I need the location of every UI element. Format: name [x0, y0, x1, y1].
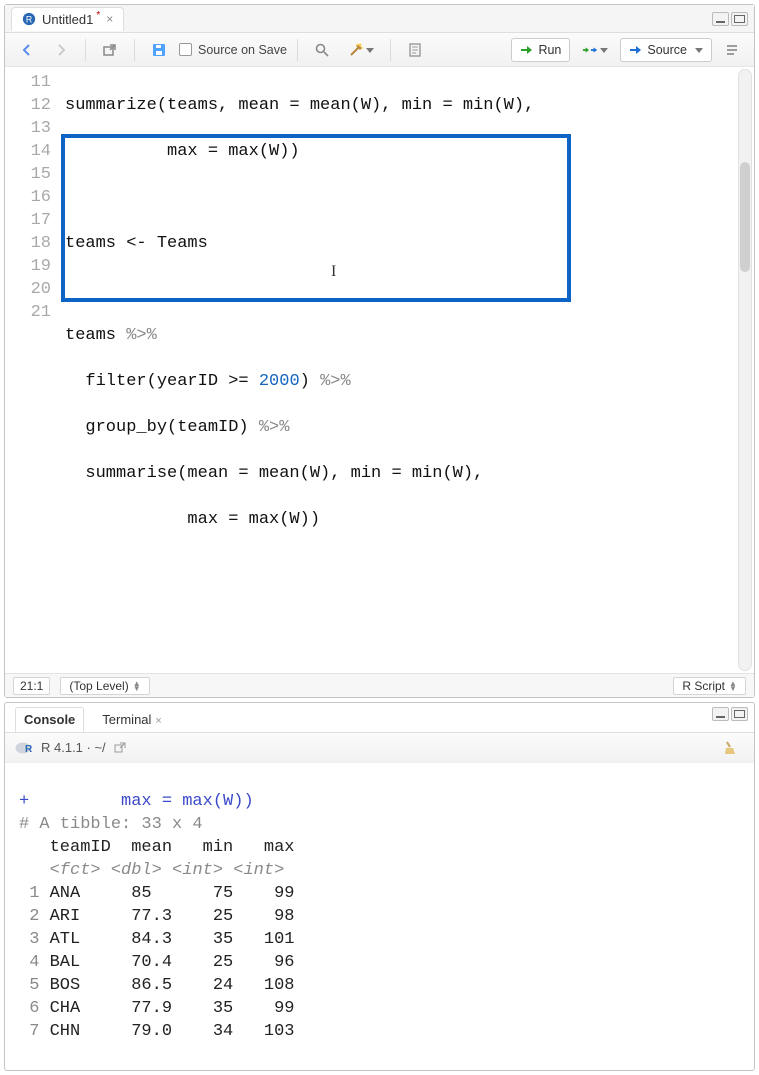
- terminal-tab[interactable]: Terminal×: [94, 708, 170, 731]
- r-doc-icon: R: [22, 12, 36, 26]
- editor-scrollbar[interactable]: [738, 69, 752, 671]
- code-tools-button[interactable]: [342, 38, 380, 62]
- save-button[interactable]: [145, 38, 173, 62]
- toolbar-separator: [390, 39, 391, 61]
- pane-maximize-button[interactable]: [731, 12, 748, 26]
- run-button-label: Run: [538, 43, 561, 57]
- console-pane: Console Terminal× R R 4.1.1 · ~/ + max =…: [4, 702, 755, 1071]
- tibble-header: # A tibble: 33 x 4: [19, 815, 203, 834]
- run-arrow-icon: [520, 44, 534, 56]
- toolbar-separator: [297, 39, 298, 61]
- show-in-new-window-button[interactable]: [96, 38, 124, 62]
- dirty-indicator: *: [96, 10, 100, 21]
- code-line: summarize(teams, mean = mean(W), min = m…: [65, 94, 754, 117]
- console-minimize-button[interactable]: [712, 707, 729, 721]
- terminal-tab-close-icon[interactable]: ×: [155, 715, 161, 727]
- pane-minimize-button[interactable]: [712, 12, 729, 26]
- code-line: [65, 186, 754, 209]
- editor-toolbar: Source on Save Run Source: [5, 33, 754, 67]
- console-tab[interactable]: Console: [15, 707, 84, 732]
- run-button[interactable]: Run: [511, 38, 570, 62]
- source-pane: R Untitled1* × Source on Save Run Sou: [4, 4, 755, 698]
- forward-button[interactable]: [47, 38, 75, 62]
- toolbar-separator: [85, 39, 86, 61]
- code-line: filter(yearID >= 2000) %>%: [65, 370, 754, 393]
- outline-button[interactable]: [718, 38, 746, 62]
- continuation-prompt: +: [19, 792, 29, 811]
- wd-popout-icon[interactable]: [114, 741, 127, 754]
- line-gutter: 111213 141516 171819 2021: [5, 67, 65, 673]
- code-line: max = max(W)): [65, 508, 754, 531]
- code-line: summarise(mean = mean(W), min = min(W),: [65, 462, 754, 485]
- editor-statusbar: 21:1 (Top Level)▲▼ R Script▲▼: [5, 673, 754, 697]
- source-arrow-icon: [629, 44, 643, 56]
- source-button-label: Source: [647, 43, 687, 57]
- console-output[interactable]: + max = max(W)) # A tibble: 33 x 4 teamI…: [5, 763, 754, 1070]
- code-line: [65, 278, 754, 301]
- console-tabstrip: Console Terminal×: [5, 703, 754, 733]
- console-toolbar: R R 4.1.1 · ~/: [5, 733, 754, 763]
- back-button[interactable]: [13, 38, 41, 62]
- cursor-position: 21:1: [13, 677, 50, 695]
- find-button[interactable]: [308, 38, 336, 62]
- code-line: [65, 554, 754, 577]
- code-line: teams <- Teams: [65, 232, 754, 255]
- code-line: teams %>%: [65, 324, 754, 347]
- clear-console-button[interactable]: [716, 736, 744, 760]
- svg-text:R: R: [25, 744, 33, 755]
- code-line: group_by(teamID) %>%: [65, 416, 754, 439]
- editor-tabstrip: R Untitled1* ×: [5, 5, 754, 33]
- r-logo-icon: R: [15, 739, 33, 757]
- r-version-label: R 4.1.1 · ~/: [41, 740, 106, 755]
- rerun-button[interactable]: [576, 38, 614, 62]
- editor-scroll-thumb[interactable]: [740, 162, 750, 272]
- compile-report-button[interactable]: [401, 38, 429, 62]
- toolbar-separator: [134, 39, 135, 61]
- scope-selector[interactable]: (Top Level)▲▼: [60, 677, 149, 695]
- source-on-save-label: Source on Save: [198, 43, 287, 57]
- source-dropdown-caret[interactable]: [695, 46, 703, 54]
- language-selector[interactable]: R Script▲▼: [673, 677, 746, 695]
- code-area[interactable]: summarize(teams, mean = mean(W), min = m…: [65, 67, 754, 673]
- svg-text:R: R: [26, 15, 32, 25]
- console-maximize-button[interactable]: [731, 707, 748, 721]
- editor-tab-title: Untitled1: [42, 12, 93, 27]
- code-line: max = max(W)): [65, 140, 754, 163]
- tab-close-icon[interactable]: ×: [106, 12, 113, 26]
- source-on-save-checkbox[interactable]: [179, 43, 192, 56]
- editor-tab-untitled1[interactable]: R Untitled1* ×: [11, 7, 124, 31]
- code-editor[interactable]: 111213 141516 171819 2021 summarize(team…: [5, 67, 754, 673]
- source-button[interactable]: Source: [620, 38, 712, 62]
